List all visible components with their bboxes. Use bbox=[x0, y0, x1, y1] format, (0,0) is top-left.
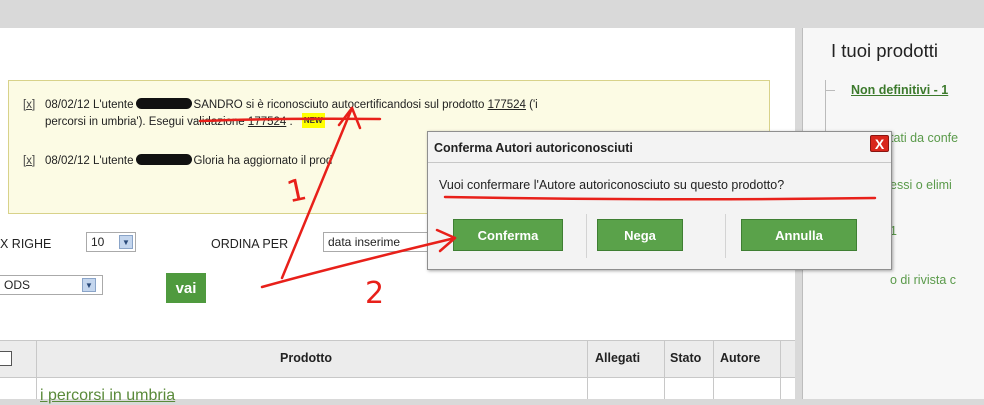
chevron-down-icon[interactable]: ▼ bbox=[82, 278, 96, 292]
sidebar-item-non-definitivi[interactable]: Non definitivi - 1 bbox=[851, 83, 948, 97]
column-divider bbox=[36, 340, 37, 399]
sidebar-item[interactable]: essi o elimi bbox=[890, 178, 952, 192]
validate-product-link[interactable]: 177524 bbox=[248, 116, 286, 128]
select-all-checkbox[interactable] bbox=[0, 351, 12, 366]
dismiss-notice-link[interactable]: [x] bbox=[23, 98, 45, 130]
max-rows-select[interactable]: 10 ▼ bbox=[86, 232, 136, 252]
cancel-button[interactable]: Annulla bbox=[741, 219, 857, 251]
tree-tick bbox=[825, 90, 835, 91]
sidebar-item[interactable]: tati da confe bbox=[890, 131, 958, 145]
redacted-name bbox=[135, 98, 192, 109]
column-divider bbox=[713, 340, 714, 399]
confirm-authors-dialog: Conferma Autori autoriconosciuti X Vuoi … bbox=[427, 131, 892, 270]
dialog-divider bbox=[428, 162, 891, 163]
button-divider bbox=[586, 214, 587, 258]
table-header: Prodotto Allegati Stato Autore bbox=[0, 340, 795, 378]
deny-button[interactable]: Nega bbox=[597, 219, 683, 251]
close-icon[interactable]: X bbox=[870, 135, 889, 152]
dismiss-notice-link[interactable]: [x] bbox=[23, 154, 45, 169]
product-link[interactable]: 177524 bbox=[488, 99, 526, 111]
order-by-select[interactable]: data inserime bbox=[323, 232, 427, 252]
column-divider bbox=[664, 340, 665, 399]
button-divider bbox=[725, 214, 726, 258]
dialog-title: Conferma Autori autoriconosciuti bbox=[434, 141, 633, 155]
notice-item: [x] 08/02/12 L'utente SANDRO si è riconos… bbox=[23, 98, 538, 130]
go-button[interactable]: vai bbox=[166, 273, 206, 303]
max-rows-label: X RIGHE bbox=[0, 237, 52, 251]
format-select[interactable]: ODS ▼ bbox=[0, 275, 103, 295]
order-by-label: ORDINA PER bbox=[211, 237, 289, 251]
sidebar-title: I tuoi prodotti bbox=[831, 40, 938, 61]
product-title-link[interactable]: i percorsi in umbria bbox=[40, 387, 175, 405]
column-header[interactable]: Prodotto bbox=[280, 351, 332, 365]
dialog-message: Vuoi confermare l'Autore autoriconosciut… bbox=[439, 178, 785, 192]
column-header[interactable]: Stato bbox=[670, 351, 701, 365]
new-badge: NEW bbox=[301, 113, 325, 128]
sidebar-item[interactable]: o di rivista c bbox=[890, 273, 956, 287]
redacted-name bbox=[135, 154, 192, 165]
column-header[interactable]: Allegati bbox=[595, 351, 640, 365]
column-header[interactable]: Autore bbox=[720, 351, 760, 365]
chevron-down-icon[interactable]: ▼ bbox=[119, 235, 133, 249]
column-divider bbox=[587, 340, 588, 399]
confirm-button[interactable]: Conferma bbox=[453, 219, 563, 251]
column-divider bbox=[780, 340, 781, 399]
